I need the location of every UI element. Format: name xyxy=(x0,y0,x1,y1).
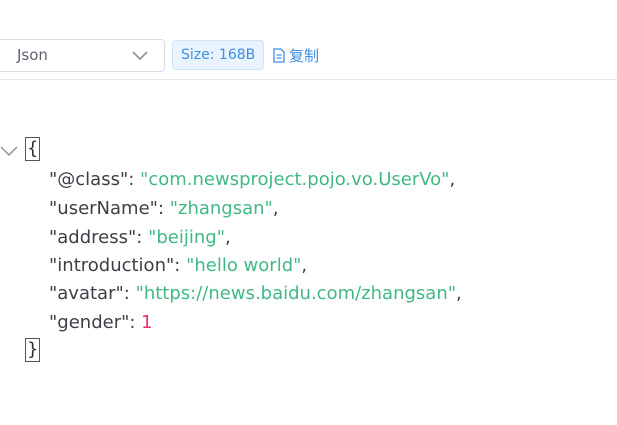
json-colon: : xyxy=(128,169,141,190)
json-string-value: "com.newsproject.pojo.vo.UserVo" xyxy=(140,169,450,190)
json-key: "gender" xyxy=(49,312,130,333)
json-line: "avatar": "https://news.baidu.com/zhangs… xyxy=(49,282,462,306)
json-colon: : xyxy=(123,283,136,304)
copy-button[interactable]: 复制 xyxy=(272,43,319,67)
json-colon: : xyxy=(174,255,187,276)
json-viewer-page: Json Size: 168B 复制 { "@class": "com.news… xyxy=(0,0,617,425)
chevron-down-icon[interactable] xyxy=(0,144,18,158)
json-string-value: "zhangsan" xyxy=(169,198,273,219)
json-number-value: 1 xyxy=(141,312,153,333)
document-icon xyxy=(273,47,285,63)
json-line: "introduction": "hello world", xyxy=(49,254,307,278)
json-key: "introduction" xyxy=(49,255,175,276)
json-string-value: "https://news.baidu.com/zhangsan" xyxy=(135,283,457,304)
json-comma: , xyxy=(301,255,308,276)
json-comma: , xyxy=(449,169,456,190)
json-key: "avatar" xyxy=(49,283,124,304)
json-comma: , xyxy=(456,283,462,304)
json-content: { "@class": "com.newsproject.pojo.vo.Use… xyxy=(0,136,617,376)
chevron-down-icon xyxy=(132,51,148,61)
json-key: "@class" xyxy=(49,169,129,190)
copy-button-label: 复制 xyxy=(289,46,320,65)
json-line: "gender": 1 xyxy=(49,311,153,335)
format-select-value: Json xyxy=(17,46,48,64)
json-key: "userName" xyxy=(49,198,158,219)
json-comma: , xyxy=(224,227,231,248)
json-line: "userName": "zhangsan", xyxy=(49,197,279,221)
json-close-brace[interactable]: } xyxy=(24,338,41,362)
size-badge: Size: 168B xyxy=(172,40,265,70)
json-line: "address": "beijing", xyxy=(49,226,231,250)
json-key: "address" xyxy=(49,227,137,248)
json-colon: : xyxy=(136,227,149,248)
format-select[interactable]: Json xyxy=(0,39,165,72)
toolbar: Json Size: 168B 复制 xyxy=(0,0,617,80)
json-colon: : xyxy=(129,312,142,333)
json-comma: , xyxy=(272,198,279,219)
json-line: "@class": "com.newsproject.pojo.vo.UserV… xyxy=(49,168,455,192)
json-colon: : xyxy=(157,198,170,219)
json-open-brace[interactable]: { xyxy=(24,137,41,161)
json-string-value: "hello world" xyxy=(186,255,302,276)
json-string-value: "beijing" xyxy=(148,227,225,248)
